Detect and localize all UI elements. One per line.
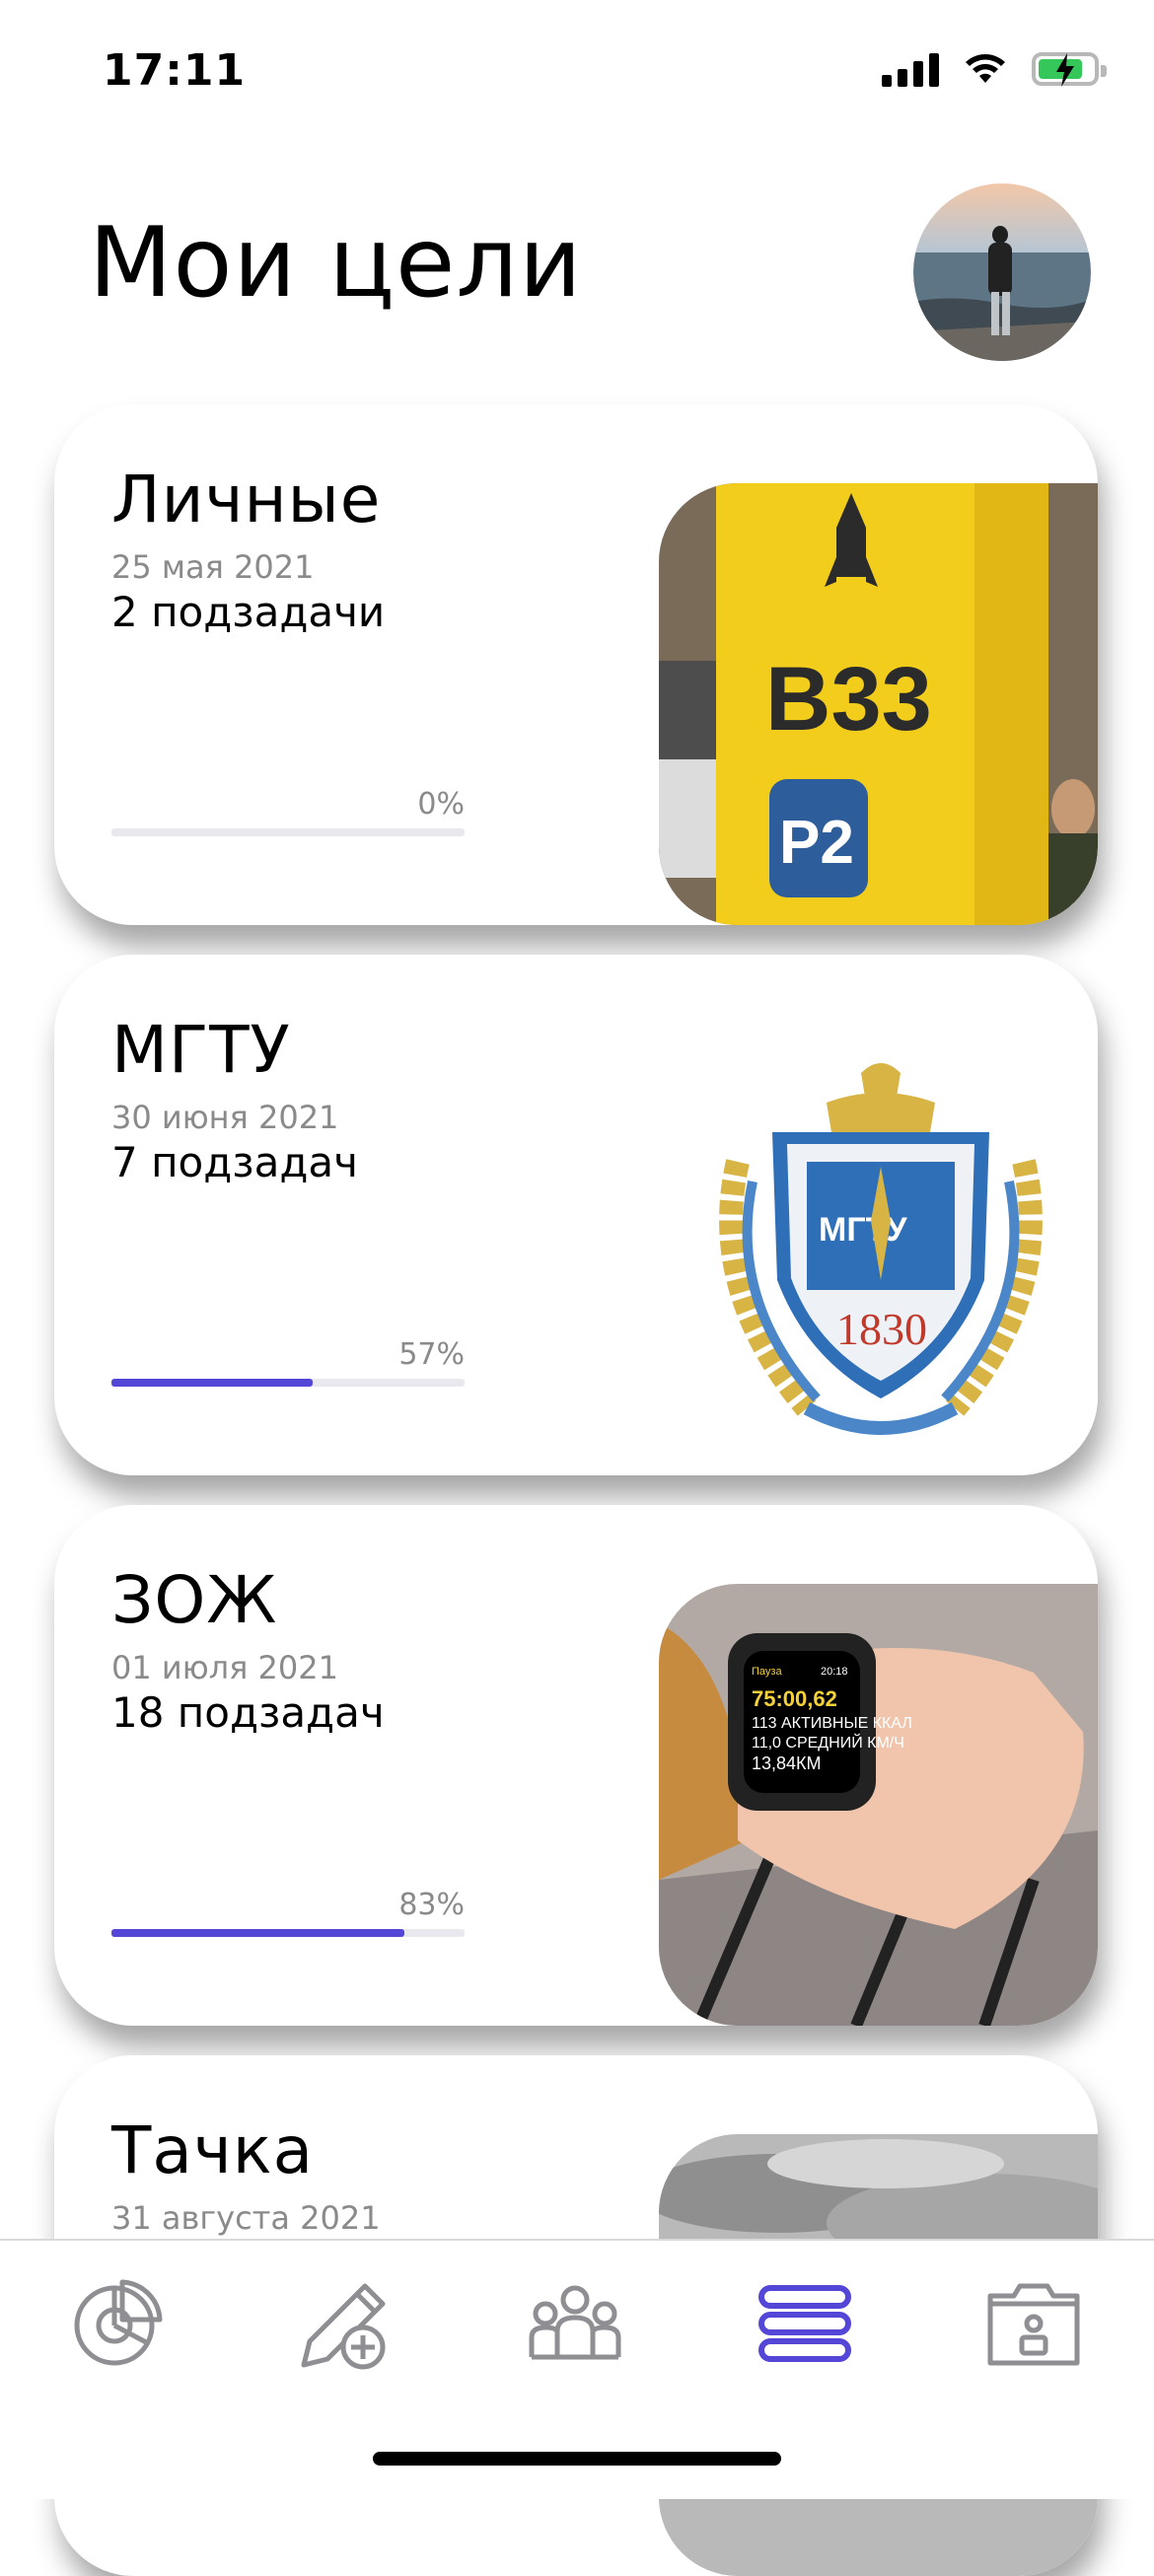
cellular-signal-icon [882,51,939,87]
status-icons [882,51,1107,87]
pie-chart-icon [74,2279,163,2366]
people-icon [529,2285,621,2360]
goal-title: Личные [111,462,382,537]
goal-date: 25 мая 2021 [111,548,315,586]
goal-progress-label: 83% [398,1888,465,1922]
avatar[interactable] [913,183,1091,361]
tab-goals[interactable] [756,2274,854,2373]
tab-create[interactable] [296,2274,395,2373]
goal-image-parking: B33 P2 [659,483,1098,925]
wifi-icon [966,54,1005,83]
list-icon [758,2285,851,2362]
goal-date: 01 июля 2021 [111,1649,338,1686]
tab-profile[interactable] [984,2274,1083,2373]
svg-text:13,84КМ: 13,84КМ [752,1753,822,1773]
goal-title: МГТУ [111,1012,291,1088]
svg-text:Пауза: Пауза [752,1666,782,1678]
status-time: 17:11 [103,45,247,96]
profile-folder-icon [987,2283,1080,2366]
tab-community[interactable] [526,2274,624,2373]
emblem-year: 1830 [836,1304,927,1354]
home-indicator [373,2452,781,2466]
goal-progress-label: 0% [417,787,465,822]
goal-card-mgtu[interactable]: МГТУ 30 июня 2021 7 подзадач 57% МГТУ 18… [54,955,1098,1475]
goal-progress-bar [111,828,465,836]
goal-progress-bar [111,1379,465,1387]
goal-title: Тачка [111,2112,315,2188]
goal-progress-bar [111,1929,465,1937]
goal-image-watch: Пауза 20:18 75:00,62 113 АКТИВНЫЕ ККАЛ 1… [659,1584,1098,2026]
status-bar: 17:11 [0,0,1154,148]
goal-image-emblem: МГТУ 1830 [659,1034,1098,1475]
goal-card-zozh[interactable]: ЗОЖ 01 июля 2021 18 подзадач 83% Пауза 2… [54,1505,1098,2026]
goal-title: ЗОЖ [111,1562,278,1638]
svg-text:11,0 СРЕДНИЙ КМ/Ч: 11,0 СРЕДНИЙ КМ/Ч [752,1733,904,1752]
page-title: Мои цели [89,207,583,320]
parking-label: B33 [765,649,932,750]
goal-date: 30 июня 2021 [111,1099,339,1136]
parking-badge: P2 [779,809,854,877]
battery-charging-icon [1032,52,1107,87]
tab-statistics[interactable] [67,2274,166,2373]
svg-text:113 АКТИВНЫЕ ККАЛ: 113 АКТИВНЫЕ ККАЛ [752,1715,912,1732]
goal-progress-label: 57% [398,1337,465,1372]
goal-date: 31 августа 2021 [111,2199,381,2237]
goal-subtasks: 7 подзадач [111,1138,358,1186]
goal-card-lichnye[interactable]: Личные 25 мая 2021 2 подзадачи 0% B33 P2 [54,404,1098,925]
svg-text:20:18: 20:18 [821,1666,848,1678]
goal-subtasks: 2 подзадачи [111,588,386,636]
edit-add-icon [301,2283,386,2370]
svg-text:75:00,62: 75:00,62 [752,1686,837,1711]
emblem-letters: МГТУ [819,1211,907,1249]
goal-subtasks: 18 подзадач [111,1688,385,1737]
